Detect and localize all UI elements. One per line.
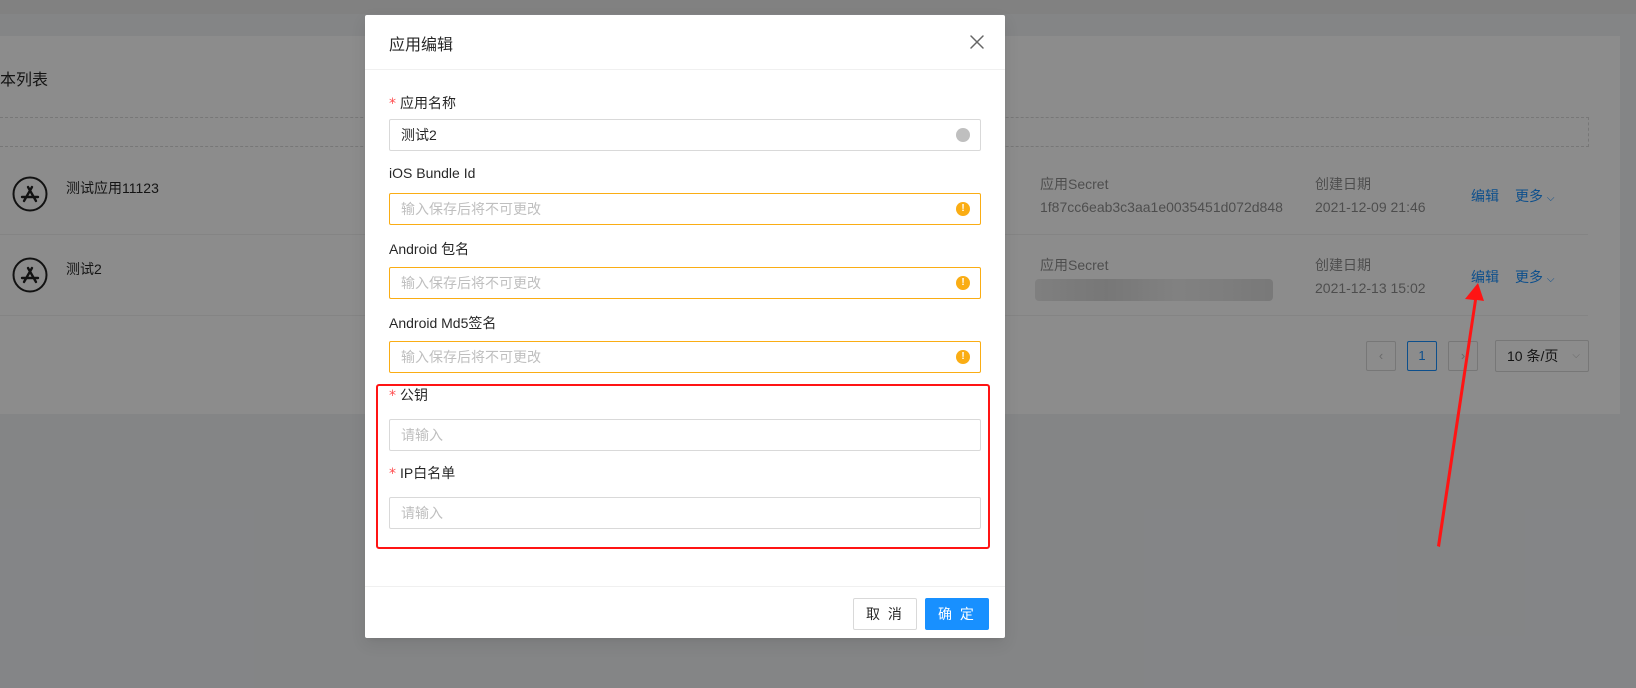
annotation-highlight-box xyxy=(376,384,990,549)
android-md5-label: Android Md5签名 xyxy=(389,315,497,331)
modal-footer: 取 消 确 定 xyxy=(365,586,1005,638)
close-icon[interactable] xyxy=(967,32,987,52)
modal-title: 应用编辑 xyxy=(389,37,454,54)
ios-bundle-id-label: iOS Bundle Id xyxy=(389,165,476,181)
input-placeholder: 输入保存后将不可更改 xyxy=(401,275,541,291)
ios-bundle-id-input[interactable]: 输入保存后将不可更改 ! xyxy=(389,193,981,225)
input-value: 测试2 xyxy=(401,127,437,143)
warning-icon: ! xyxy=(956,350,970,364)
warning-icon: ! xyxy=(956,202,970,216)
app-name-label: * 应用名称 xyxy=(389,93,456,113)
ok-button[interactable]: 确 定 xyxy=(925,598,989,630)
app-edit-modal: 应用编辑 * 应用名称 测试2 iOS Bundle Id 输入保存后将不可更改 … xyxy=(365,15,1005,638)
label-text: 应用名称 xyxy=(400,95,456,111)
android-package-label: Android 包名 xyxy=(389,241,470,257)
app-name-input[interactable]: 测试2 xyxy=(389,119,981,151)
clear-icon[interactable] xyxy=(956,128,970,142)
input-placeholder: 输入保存后将不可更改 xyxy=(401,349,541,365)
required-mark: * xyxy=(389,96,396,112)
cancel-button[interactable]: 取 消 xyxy=(853,598,917,630)
modal-header: 应用编辑 xyxy=(365,15,1005,70)
input-placeholder: 输入保存后将不可更改 xyxy=(401,201,541,217)
android-md5-input[interactable]: 输入保存后将不可更改 ! xyxy=(389,341,981,373)
warning-icon: ! xyxy=(956,276,970,290)
android-package-input[interactable]: 输入保存后将不可更改 ! xyxy=(389,267,981,299)
